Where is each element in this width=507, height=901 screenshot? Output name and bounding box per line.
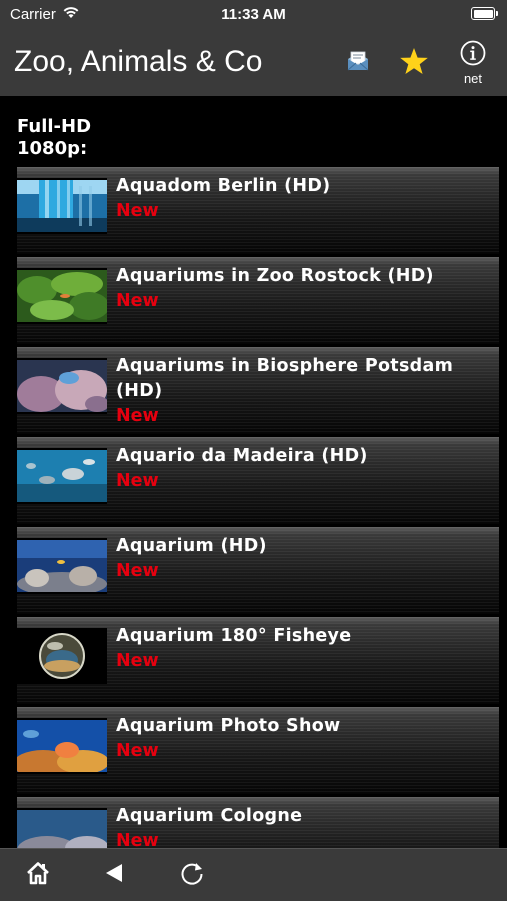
info-button-label: net [463, 71, 483, 86]
item-title: Aquariums in Zoo Rostock (HD) [116, 266, 434, 286]
new-badge: New [116, 471, 159, 491]
new-badge: New [116, 291, 159, 311]
video-list: Aquadom Berlin (HD) New Aquariums in Zoo… [17, 164, 499, 848]
info-button[interactable]: net [450, 30, 496, 96]
battery-icon [471, 7, 498, 20]
status-time: 11:33 AM [221, 6, 286, 23]
star-icon [399, 47, 429, 79]
list-item[interactable]: Aquariums in Zoo Rostock (HD) New [17, 254, 499, 344]
page-title: Zoo, Animals & Co [14, 45, 263, 78]
new-badge: New [116, 831, 159, 848]
navigation-bar: Zoo, Animals & Co net [0, 30, 507, 96]
new-badge: New [116, 651, 159, 671]
item-title: Aquario da Madeira (HD) [116, 446, 368, 466]
list-item[interactable]: Aquarium 180° Fisheye New [17, 614, 499, 704]
status-bar: Carrier 11:33 AM [0, 0, 507, 30]
back-button[interactable] [94, 857, 134, 893]
thumbnail-madeira [17, 448, 107, 504]
list-item[interactable]: Aquariums in Biosphere Potsdam (HD) New [17, 344, 499, 434]
thumbnail-aquarium [17, 538, 107, 594]
section-title: Full-HD 1080p: [17, 116, 92, 159]
info-icon [460, 40, 486, 70]
item-title: Aquarium (HD) [116, 536, 267, 556]
thumbnail-fisheye [17, 628, 107, 684]
home-button[interactable] [18, 857, 58, 893]
list-item[interactable]: Aquadom Berlin (HD) New [17, 164, 499, 254]
new-badge: New [116, 201, 159, 221]
new-badge: New [116, 406, 159, 426]
back-icon [104, 862, 124, 888]
bottom-toolbar [0, 848, 507, 901]
list-item[interactable]: Aquarium Photo Show New [17, 704, 499, 794]
favorites-button[interactable] [392, 30, 436, 96]
mail-icon [345, 49, 371, 77]
thumbnail-photo-show [17, 718, 107, 774]
home-icon [26, 861, 50, 889]
thumbnail-potsdam [17, 358, 107, 414]
video-list-view[interactable]: Full-HD 1080p: Aquadom Berlin (HD) New A… [0, 96, 507, 848]
reload-button[interactable] [172, 857, 212, 893]
reload-icon [179, 860, 205, 890]
mail-button[interactable] [336, 30, 380, 96]
item-title: Aquariums in Biosphere Potsdam (HD) [116, 356, 454, 401]
new-badge: New [116, 561, 159, 581]
list-item[interactable]: Aquario da Madeira (HD) New [17, 434, 499, 524]
item-title: Aquadom Berlin (HD) [116, 176, 331, 196]
thumbnail-rostock [17, 268, 107, 324]
list-item[interactable]: Aquarium Cologne New [17, 794, 499, 848]
new-badge: New [116, 741, 159, 761]
item-title: Aquarium Cologne [116, 806, 303, 826]
thumbnail-cologne [17, 808, 107, 848]
thumbnail-aquadom [17, 178, 107, 234]
item-title: Aquarium 180° Fisheye [116, 626, 352, 646]
list-item[interactable]: Aquarium (HD) New [17, 524, 499, 614]
item-title: Aquarium Photo Show [116, 716, 341, 736]
